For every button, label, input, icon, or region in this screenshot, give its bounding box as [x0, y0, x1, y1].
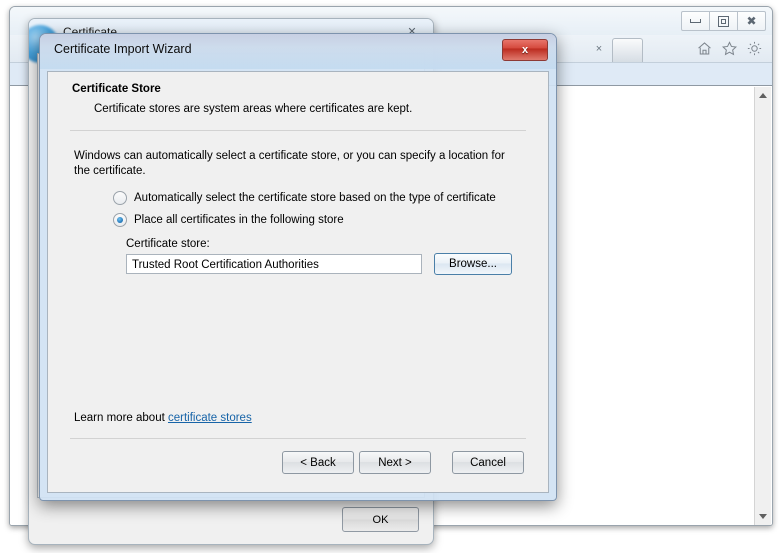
learn-more-prefix: Learn more about	[74, 412, 168, 424]
radio-option-automatic[interactable]: Automatically select the certificate sto…	[113, 191, 496, 205]
maximize-icon	[718, 15, 729, 27]
certificate-dialog-ok-button[interactable]: OK	[342, 507, 419, 532]
radio-place-all-icon	[113, 213, 127, 227]
scroll-up-arrow-icon	[759, 93, 767, 98]
learn-more-text: Learn more about certificate stores	[74, 412, 252, 424]
certificate-stores-link[interactable]: certificate stores	[168, 412, 252, 424]
scroll-down-arrow-icon	[759, 514, 767, 519]
certificate-store-input[interactable]: Trusted Root Certification Authorities	[126, 254, 422, 274]
maximize-button[interactable]	[709, 11, 738, 31]
back-button[interactable]: < Back	[282, 451, 354, 474]
radio-option-place-all[interactable]: Place all certificates in the following …	[113, 213, 344, 227]
next-button[interactable]: Next >	[359, 451, 431, 474]
radio-automatic-icon	[113, 191, 127, 205]
wizard-close-button[interactable]: x	[502, 39, 548, 61]
window-controls: ✖	[681, 11, 766, 31]
wizard-intro-text: Windows can automatically select a certi…	[74, 150, 505, 177]
wizard-footer: < Back Next > Cancel	[48, 439, 548, 492]
browser-toolbar-icons	[696, 40, 763, 57]
browse-button[interactable]: Browse...	[434, 253, 512, 275]
radio-automatic-label: Automatically select the certificate sto…	[134, 192, 496, 204]
scroll-down-button[interactable]	[755, 508, 771, 525]
browser-close-button[interactable]: ✖	[737, 11, 766, 31]
wizard-title: Certificate Import Wizard	[54, 42, 192, 56]
minimize-button[interactable]	[681, 11, 710, 31]
scroll-up-button[interactable]	[755, 87, 771, 104]
new-tab-button[interactable]	[612, 38, 643, 62]
wizard-page-subtitle: Certificate stores are system areas wher…	[94, 103, 413, 115]
home-icon[interactable]	[696, 40, 713, 57]
favorites-star-icon[interactable]	[721, 40, 738, 57]
wizard-header: Certificate Store Certificate stores are…	[48, 72, 548, 129]
cancel-button[interactable]: Cancel	[452, 451, 524, 474]
certificate-import-wizard-dialog: Certificate Import Wizard x Certificate …	[39, 33, 557, 501]
radio-place-all-label: Place all certificates in the following …	[134, 214, 344, 226]
wizard-inner-panel: Certificate Store Certificate stores are…	[47, 71, 549, 493]
wizard-titlebar: Certificate Import Wizard x	[40, 34, 556, 69]
close-icon: ✖	[746, 14, 757, 28]
vertical-scrollbar[interactable]	[754, 87, 771, 525]
settings-gear-icon[interactable]	[746, 40, 763, 57]
minimize-icon	[690, 19, 701, 23]
wizard-body: Windows can automatically select a certi…	[48, 131, 548, 438]
certificate-store-label: Certificate store:	[126, 238, 210, 250]
tab-close-button[interactable]: ×	[591, 41, 607, 57]
wizard-page-title: Certificate Store	[72, 83, 161, 95]
